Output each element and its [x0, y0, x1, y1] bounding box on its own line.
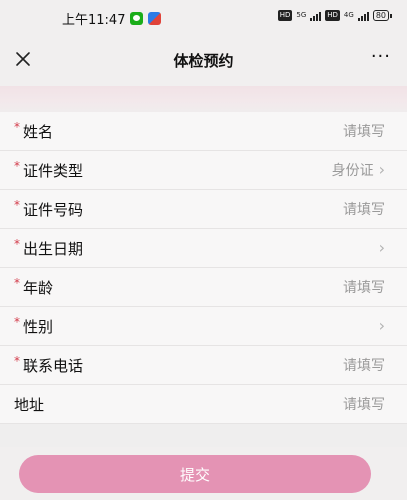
close-icon[interactable]	[12, 48, 34, 70]
field-value[interactable]: 请填写	[343, 355, 385, 375]
form-row-phone[interactable]: * 联系电话 请填写	[0, 346, 407, 385]
required-mark: *	[14, 120, 20, 134]
field-label: * 联系电话	[14, 354, 84, 376]
form-row-name[interactable]: * 姓名 请填写	[0, 112, 407, 151]
form-row-id-type[interactable]: * 证件类型 身份证 ›	[0, 151, 407, 190]
field-label-text: 证件号码	[23, 200, 84, 219]
field-label: * 年龄	[14, 276, 54, 298]
field-value[interactable]: ›	[379, 240, 385, 256]
network-5g-label: 5G	[296, 11, 307, 19]
field-value-text: 请填写	[343, 358, 385, 374]
field-label: * 证件类型	[14, 159, 84, 181]
field-value-text: 身份证	[331, 163, 374, 179]
status-right: HD 5G HD 4G 80	[277, 10, 393, 21]
field-value[interactable]: ›	[379, 318, 385, 334]
required-mark: *	[14, 315, 20, 329]
field-label: 地址	[14, 394, 44, 415]
required-mark: *	[14, 159, 20, 173]
chevron-right-icon: ›	[378, 316, 385, 335]
hd-icon: HD	[277, 10, 293, 21]
field-value-text: 请填写	[343, 280, 385, 296]
hd-icon-2: HD	[325, 10, 340, 21]
status-bar: 上午11:47 HD 5G HD 4G 80	[0, 0, 407, 34]
status-left: 上午11:47	[62, 9, 162, 28]
page-title: 体检预约	[173, 51, 234, 70]
field-value-text: 请填写	[343, 397, 385, 413]
field-label-text: 姓名	[23, 122, 54, 141]
chevron-right-icon: ›	[378, 238, 385, 257]
field-value-text: 请填写	[343, 202, 385, 218]
required-mark: *	[14, 354, 20, 368]
field-label-text: 地址	[14, 395, 45, 414]
field-label-text: 联系电话	[23, 356, 84, 375]
field-value[interactable]: 请填写	[343, 394, 385, 414]
signal-icon-2	[357, 11, 369, 21]
field-value[interactable]: 请填写	[343, 121, 385, 141]
app-notification-icon	[148, 12, 162, 25]
field-label: * 性别	[14, 315, 54, 337]
field-label: * 姓名	[14, 120, 54, 142]
form-row-gender[interactable]: * 性别 ›	[0, 307, 407, 346]
wechat-icon	[130, 12, 144, 25]
field-label: * 证件号码	[14, 198, 84, 220]
submit-bar: 提交	[0, 447, 407, 500]
form-row-address[interactable]: 地址 请填写	[0, 385, 407, 424]
field-value-text: 请填写	[343, 124, 385, 140]
field-label-text: 年龄	[23, 278, 54, 297]
field-value[interactable]: 请填写	[343, 199, 385, 219]
network-4g-label: 4G	[343, 11, 354, 19]
field-value[interactable]: 身份证 ›	[332, 160, 385, 180]
status-time: 上午11:47	[62, 13, 126, 28]
field-label-text: 性别	[23, 317, 54, 336]
battery-icon: 80	[372, 10, 393, 21]
form-row-id-number[interactable]: * 证件号码 请填写	[0, 190, 407, 229]
field-label-text: 证件类型	[23, 161, 84, 180]
form-row-birth-date[interactable]: * 出生日期 ›	[0, 229, 407, 268]
more-icon[interactable]: ···	[371, 46, 391, 67]
appointment-form: * 姓名 请填写 * 证件类型 身份证 › * 证件号码 请填写 * 出生日期 › * 年龄 请填写 * 性别 › *…	[0, 112, 407, 424]
field-label-text: 出生日期	[23, 239, 84, 258]
submit-button[interactable]: 提交	[19, 455, 371, 493]
required-mark: *	[14, 237, 20, 251]
signal-icon	[310, 11, 322, 21]
required-mark: *	[14, 276, 20, 290]
nav-bar: 体检预约 ···	[0, 34, 407, 86]
field-value[interactable]: 请填写	[343, 277, 385, 297]
field-label: * 出生日期	[14, 237, 84, 259]
form-row-age[interactable]: * 年龄 请填写	[0, 268, 407, 307]
required-mark: *	[14, 198, 20, 212]
chevron-right-icon: ›	[378, 160, 385, 179]
